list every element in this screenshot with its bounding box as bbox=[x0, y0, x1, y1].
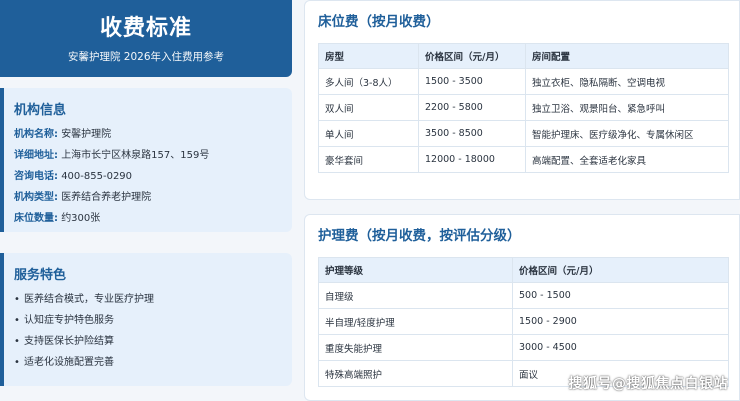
info-label: 机构名称: bbox=[14, 129, 58, 140]
table-row: 双人间 2200 - 5800 独立卫浴、观景阳台、紧急呼叫 bbox=[318, 94, 729, 121]
table-cell: 高端配置、全套适老化家具 bbox=[525, 146, 729, 173]
info-value: 安馨护理院 bbox=[61, 129, 112, 140]
table-row: 自理级 500 - 1500 bbox=[318, 282, 729, 309]
info-label: 机构类型: bbox=[14, 192, 58, 203]
column-header: 房间配置 bbox=[525, 43, 729, 69]
service-text: 医养结合模式，专业医疗护理 bbox=[24, 294, 154, 305]
list-item: • 认知症专护特色服务 bbox=[14, 314, 280, 327]
info-label: 详细地址: bbox=[14, 150, 58, 161]
info-value: 上海市长宁区林泉路157、159号 bbox=[61, 150, 210, 161]
table-cell: 半自理/轻度护理 bbox=[318, 308, 513, 335]
table-cell: 3500 - 8500 bbox=[418, 120, 526, 147]
care-fee-title: 护理费（按月收费，按评估分级） bbox=[318, 228, 521, 244]
table-row: 重度失能护理 3000 - 4500 bbox=[318, 334, 729, 361]
info-row-beds: 床位数量: 约300张 bbox=[14, 212, 280, 225]
table-cell: 独立衣柜、隐私隔断、空调电视 bbox=[525, 68, 729, 95]
services-title: 服务特色 bbox=[14, 268, 67, 283]
service-text: 适老化设施配置完善 bbox=[24, 357, 114, 368]
service-text: 认知症专护特色服务 bbox=[24, 315, 114, 326]
page: 收费标准 安馨护理院 2026年入住费用参考 机构信息 机构名称: 安馨护理院 … bbox=[0, 0, 740, 401]
table-cell: 自理级 bbox=[318, 282, 513, 309]
bullet: • bbox=[14, 294, 20, 305]
info-row-phone: 咨询电话: 400-855-0290 bbox=[14, 170, 280, 183]
info-value: 400-855-0290 bbox=[61, 171, 133, 182]
institution-info-title: 机构信息 bbox=[14, 103, 67, 118]
info-label: 咨询电话: bbox=[14, 171, 58, 182]
watermark: 搜狐号@搜狐焦点白银站 bbox=[568, 376, 728, 392]
info-value: 约300张 bbox=[61, 213, 101, 224]
table-cell: 2200 - 5800 bbox=[418, 94, 526, 121]
services-panel: 服务特色 • 医养结合模式，专业医疗护理 • 认知症专护特色服务 • 支持医保长护险结… bbox=[0, 253, 292, 386]
info-row-type: 机构类型: 医养结合养老护理院 bbox=[14, 191, 280, 204]
column-header: 房型 bbox=[318, 43, 419, 69]
info-value: 医养结合养老护理院 bbox=[61, 192, 152, 203]
info-label: 床位数量: bbox=[14, 213, 58, 224]
table-header-row: 护理等级 价格区间（元/月） bbox=[318, 257, 729, 283]
list-item: • 支持医保长护险结算 bbox=[14, 335, 280, 348]
table-header-row: 房型 价格区间（元/月） 房间配置 bbox=[318, 43, 729, 69]
institution-info-panel: 机构信息 机构名称: 安馨护理院 详细地址: 上海市长宁区林泉路157、159号… bbox=[0, 88, 292, 232]
table-cell: 单人间 bbox=[318, 120, 419, 147]
table-cell: 1500 - 2900 bbox=[512, 308, 729, 335]
service-text: 支持医保长护险结算 bbox=[24, 336, 114, 347]
table-cell: 3000 - 4500 bbox=[512, 334, 729, 361]
bed-fee-table: 房型 价格区间（元/月） 房间配置 多人间（3-8人） 1500 - 3500 … bbox=[318, 43, 729, 173]
column-header: 价格区间（元/月） bbox=[418, 43, 526, 69]
info-row-address: 详细地址: 上海市长宁区林泉路157、159号 bbox=[14, 149, 280, 162]
table-cell: 独立卫浴、观景阳台、紧急呼叫 bbox=[525, 94, 729, 121]
table-cell: 500 - 1500 bbox=[512, 282, 729, 309]
header-banner: 收费标准 安馨护理院 2026年入住费用参考 bbox=[0, 0, 292, 77]
table-cell: 豪华套间 bbox=[318, 146, 419, 173]
list-item: • 适老化设施配置完善 bbox=[14, 356, 280, 369]
bed-fee-title: 床位费（按月收费） bbox=[318, 14, 440, 30]
table-row: 半自理/轻度护理 1500 - 2900 bbox=[318, 308, 729, 335]
table-row: 单人间 3500 - 8500 智能护理床、医疗级净化、专属休闲区 bbox=[318, 120, 729, 147]
care-fee-table: 护理等级 价格区间（元/月） 自理级 500 - 1500 半自理/轻度护理 1… bbox=[318, 257, 729, 387]
column-header: 护理等级 bbox=[318, 257, 513, 283]
bed-fee-card: 床位费（按月收费） 房型 价格区间（元/月） 房间配置 多人间（3-8人） 15… bbox=[304, 0, 740, 200]
info-row-name: 机构名称: 安馨护理院 bbox=[14, 128, 280, 141]
page-subtitle: 安馨护理院 2026年入住费用参考 bbox=[67, 51, 225, 63]
table-cell: 1500 - 3500 bbox=[418, 68, 526, 95]
table-cell: 特殊高端照护 bbox=[318, 360, 513, 387]
list-item: • 医养结合模式，专业医疗护理 bbox=[14, 293, 280, 306]
bullet: • bbox=[14, 357, 20, 368]
table-cell: 12000 - 18000 bbox=[418, 146, 526, 173]
services-list: • 医养结合模式，专业医疗护理 • 认知症专护特色服务 • 支持医保长护险结算 • 适老… bbox=[14, 293, 280, 369]
table-cell: 双人间 bbox=[318, 94, 419, 121]
bullet: • bbox=[14, 315, 20, 326]
table-cell: 多人间（3-8人） bbox=[318, 68, 419, 95]
table-cell: 智能护理床、医疗级净化、专属休闲区 bbox=[525, 120, 729, 147]
column-header: 价格区间（元/月） bbox=[512, 257, 729, 283]
table-row: 豪华套间 12000 - 18000 高端配置、全套适老化家具 bbox=[318, 146, 729, 173]
table-row: 多人间（3-8人） 1500 - 3500 独立衣柜、隐私隔断、空调电视 bbox=[318, 68, 729, 95]
table-cell: 重度失能护理 bbox=[318, 334, 513, 361]
bullet: • bbox=[14, 336, 20, 347]
page-title: 收费标准 bbox=[99, 16, 192, 41]
